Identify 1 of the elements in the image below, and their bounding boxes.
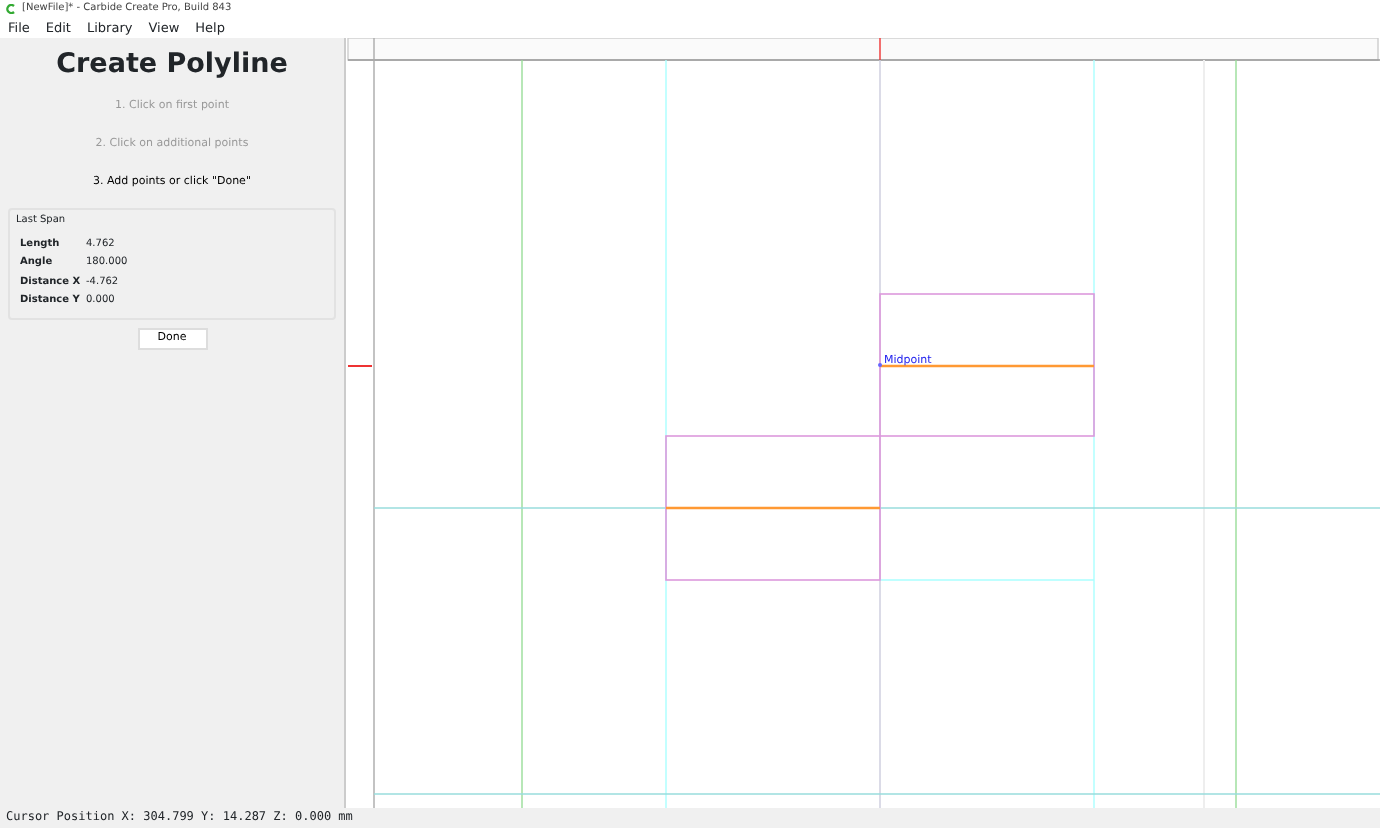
- panel-title: Create Polyline: [56, 46, 288, 82]
